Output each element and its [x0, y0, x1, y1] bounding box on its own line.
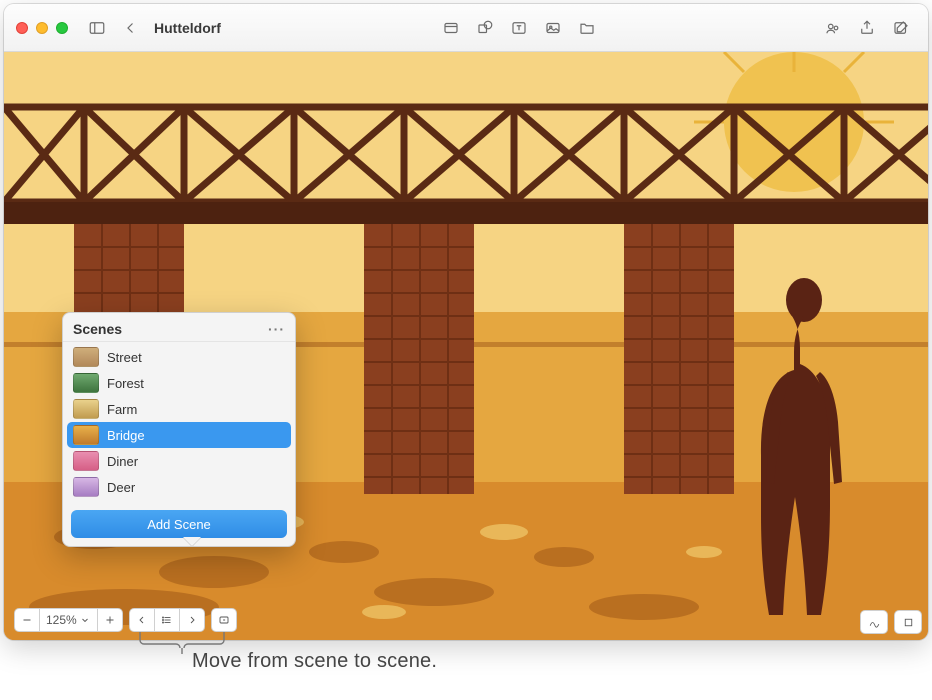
scene-item-label: Deer	[107, 480, 135, 495]
scene-item-bridge[interactable]: Bridge	[67, 422, 291, 448]
scenes-popover-header: Scenes ···	[63, 313, 295, 342]
toolbar-right-group	[818, 13, 916, 43]
titlebar: Hutteldorf	[4, 4, 928, 52]
collaborate-button[interactable]	[818, 13, 848, 43]
traffic-lights	[16, 22, 68, 34]
scene-thumb	[73, 399, 99, 419]
scene-item-label: Street	[107, 350, 142, 365]
bottom-toolbar-right	[860, 610, 922, 634]
canvas[interactable]: Scenes ··· Street Forest Farm Bridge Diner De…	[4, 52, 928, 640]
scene-thumb	[73, 477, 99, 497]
zoom-out-button[interactable]	[14, 608, 40, 632]
scenes-popover-title: Scenes	[73, 321, 122, 337]
toolbar-center-group	[436, 13, 602, 43]
scene-thumb	[73, 451, 99, 471]
zoom-level-select[interactable]: 125%	[40, 608, 97, 632]
documents-button[interactable]	[572, 13, 602, 43]
share-button[interactable]	[852, 13, 882, 43]
scenes-popover: Scenes ··· Street Forest Farm Bridge Diner De…	[62, 312, 296, 547]
scenes-popover-more-button[interactable]: ···	[268, 321, 285, 337]
previous-scene-button[interactable]	[129, 608, 155, 632]
compose-button[interactable]	[886, 13, 916, 43]
freehand-tool-button[interactable]	[860, 610, 888, 634]
scenes-menu-button[interactable]	[155, 608, 179, 632]
minimize-window-button[interactable]	[36, 22, 48, 34]
add-scene-button[interactable]: Add Scene	[71, 510, 287, 538]
insert-media-button[interactable]	[538, 13, 568, 43]
scene-item-farm[interactable]: Farm	[67, 396, 291, 422]
annotation-text: Move from scene to scene.	[192, 650, 437, 673]
sidebar-toggle-button[interactable]	[82, 13, 112, 43]
scenes-list: Street Forest Farm Bridge Diner Deer	[63, 342, 295, 502]
zoom-in-button[interactable]	[97, 608, 123, 632]
scene-item-diner[interactable]: Diner	[67, 448, 291, 474]
scene-item-forest[interactable]: Forest	[67, 370, 291, 396]
next-scene-button[interactable]	[179, 608, 205, 632]
scene-item-label: Bridge	[107, 428, 145, 443]
scene-item-deer[interactable]: Deer	[67, 474, 291, 500]
scene-thumb	[73, 347, 99, 367]
close-window-button[interactable]	[16, 22, 28, 34]
zoom-level-label: 125%	[46, 613, 77, 627]
scene-item-label: Forest	[107, 376, 144, 391]
bottom-toolbar-left: 125%	[10, 606, 241, 634]
insert-text-button[interactable]	[504, 13, 534, 43]
back-button[interactable]	[116, 13, 146, 43]
scene-thumb	[73, 425, 99, 445]
insert-shape-button[interactable]	[470, 13, 500, 43]
scene-item-label: Farm	[107, 402, 137, 417]
document-title: Hutteldorf	[154, 20, 221, 36]
scene-item-street[interactable]: Street	[67, 344, 291, 370]
fit-page-button[interactable]	[894, 610, 922, 634]
zoom-window-button[interactable]	[56, 22, 68, 34]
scene-thumb	[73, 373, 99, 393]
scene-item-label: Diner	[107, 454, 138, 469]
follow-on-screen-button[interactable]	[211, 608, 237, 632]
view-mode-button[interactable]	[436, 13, 466, 43]
app-window: Hutteldorf	[4, 4, 928, 640]
